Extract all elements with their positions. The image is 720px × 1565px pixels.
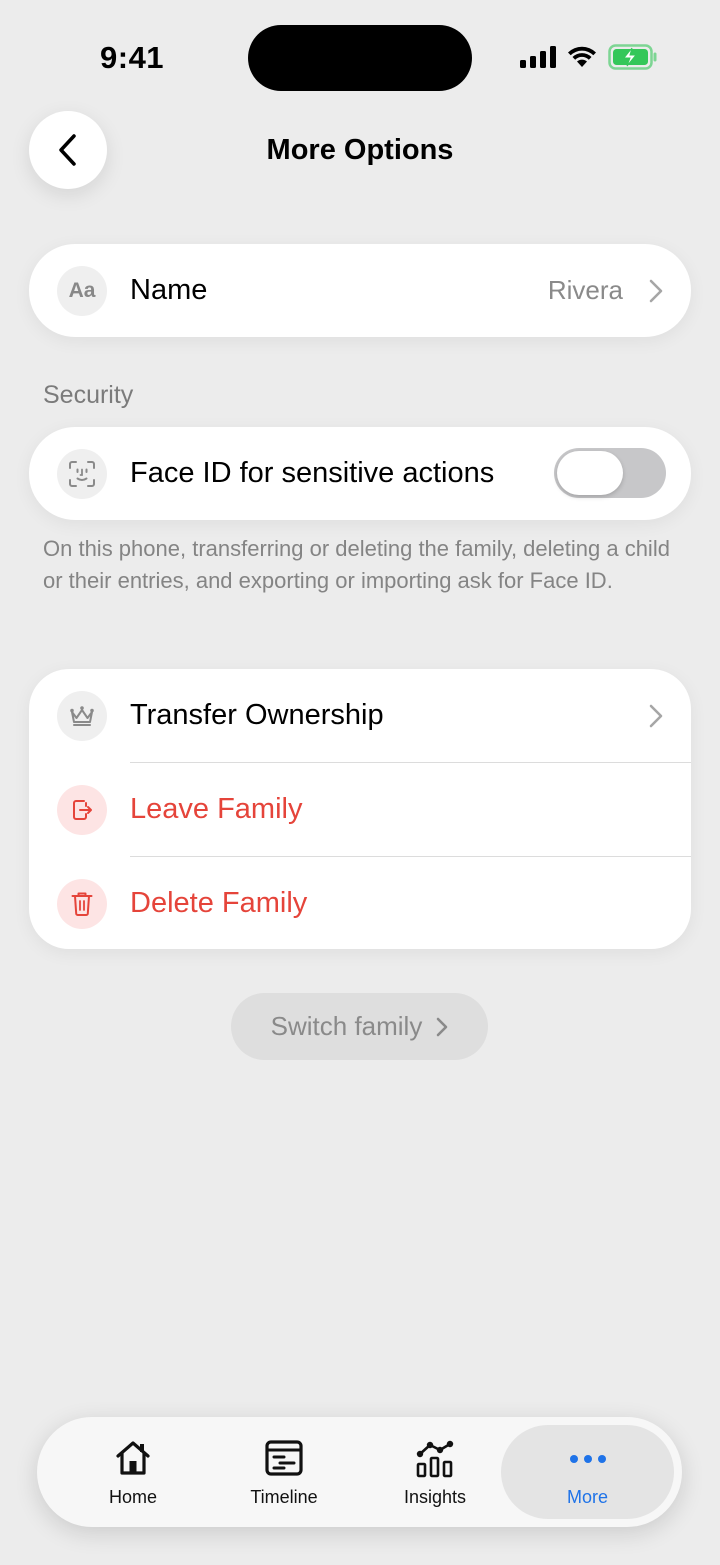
- tab-timeline-label: Timeline: [250, 1487, 318, 1507]
- text-format-icon: Aa: [57, 266, 107, 316]
- status-time: 9:41: [100, 40, 165, 75]
- home-icon: [116, 1441, 150, 1475]
- face-id-row: Face ID for sensitive actions: [29, 427, 691, 520]
- trash-icon: [57, 879, 107, 929]
- insights-icon: [416, 1440, 454, 1478]
- timeline-icon: [265, 1440, 303, 1476]
- transfer-ownership-row[interactable]: Transfer Ownership: [29, 669, 691, 762]
- status-bar: 9:41: [0, 0, 720, 110]
- crown-icon: [57, 691, 107, 741]
- face-id-toggle[interactable]: [554, 448, 666, 498]
- chevron-right-icon: [649, 704, 663, 728]
- dynamic-island: [248, 25, 472, 91]
- face-id-label: Face ID for sensitive actions: [130, 457, 495, 489]
- tab-more-label: More: [566, 1487, 608, 1507]
- section-label-security: Security: [43, 381, 134, 409]
- page-title: More Options: [266, 134, 454, 166]
- tab-bar: Home Timeline Insights More: [37, 1417, 682, 1527]
- text-format-icon-glyph: Aa: [68, 279, 96, 302]
- tab-home[interactable]: Home: [63, 1417, 203, 1527]
- tab-home-label: Home: [108, 1487, 157, 1507]
- tab-insights-label: Insights: [403, 1487, 467, 1507]
- more-icon: [569, 1455, 606, 1463]
- toggle-knob: [557, 451, 623, 495]
- face-id-footnote: On this phone, transferring or deleting …: [43, 536, 670, 593]
- family-actions-card: Transfer Ownership Leave Family Delete F…: [29, 669, 691, 949]
- delete-family-row[interactable]: Delete Family: [29, 857, 691, 950]
- leave-family-row[interactable]: Leave Family: [29, 763, 691, 856]
- switch-family-label: Switch family: [270, 1011, 423, 1041]
- tab-more[interactable]: More: [501, 1425, 674, 1519]
- tab-insights[interactable]: Insights: [365, 1417, 505, 1527]
- wifi-icon: [568, 46, 596, 67]
- transfer-ownership-label: Transfer Ownership: [130, 699, 384, 731]
- name-label: Name: [130, 274, 208, 306]
- leave-family-label: Leave Family: [130, 793, 303, 825]
- status-icons: [520, 44, 658, 70]
- chevron-right-icon: [649, 279, 663, 303]
- cellular-signal-icon: [520, 46, 556, 68]
- tab-timeline[interactable]: Timeline: [214, 1417, 354, 1527]
- battery-charging-icon: [608, 44, 657, 70]
- switch-family-button[interactable]: Switch family: [231, 993, 488, 1060]
- name-row[interactable]: Aa Name Rivera: [29, 244, 691, 337]
- chevron-right-icon: [437, 1017, 448, 1036]
- delete-family-label: Delete Family: [130, 887, 308, 919]
- face-id-icon: [57, 449, 107, 499]
- exit-icon: [57, 785, 107, 835]
- name-value: Rivera: [547, 275, 623, 305]
